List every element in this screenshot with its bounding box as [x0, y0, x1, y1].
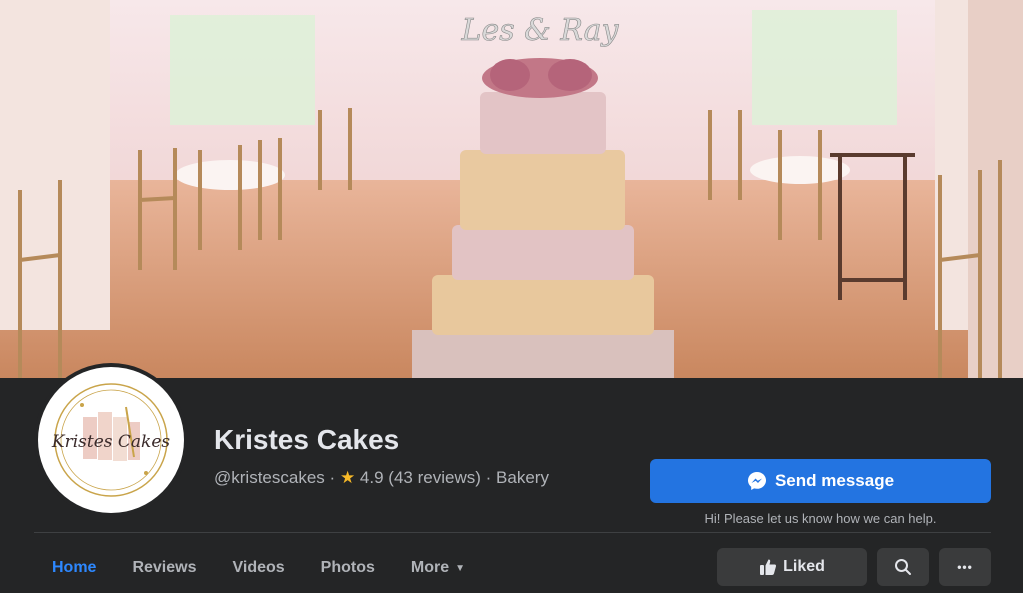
- messenger-icon: [747, 472, 766, 490]
- review-count[interactable]: (43 reviews): [388, 468, 481, 487]
- page-tabs: Home Reviews Videos Photos More ▼: [34, 548, 483, 588]
- send-message-button[interactable]: Send message: [650, 459, 991, 503]
- tab-photos[interactable]: Photos: [303, 548, 393, 588]
- more-options-icon: •••: [957, 560, 973, 574]
- divider: [34, 532, 991, 533]
- search-button[interactable]: [877, 548, 929, 586]
- more-options-button[interactable]: •••: [939, 548, 991, 586]
- profile-header: Kristes Cakes Kristes Cakes @kristescake…: [0, 363, 1023, 593]
- page-handle: @kristescakes: [214, 468, 325, 487]
- cover-photo[interactable]: Les & Ray: [0, 0, 1023, 378]
- chevron-down-icon: ▼: [455, 562, 466, 574]
- tab-label: Reviews: [132, 559, 197, 576]
- tab-videos[interactable]: Videos: [215, 548, 303, 588]
- help-text: Hi! Please let us know how we can help.: [704, 511, 937, 526]
- rating-value: 4.9: [359, 468, 384, 487]
- liked-button[interactable]: Liked: [717, 548, 867, 586]
- thumbs-up-icon: [760, 559, 777, 575]
- avatar-logo-text: Kristes Cakes: [51, 432, 171, 452]
- page-actions: Liked •••: [717, 548, 991, 586]
- tab-label: Photos: [320, 559, 375, 576]
- cover-image: Les & Ray: [0, 0, 1023, 378]
- tab-label: More: [410, 559, 450, 576]
- meta-separator: ·: [329, 468, 336, 487]
- tab-label: Videos: [232, 559, 285, 576]
- liked-label: Liked: [783, 558, 825, 575]
- page-meta: @kristescakes · ★ 4.9 (43 reviews) · Bak…: [214, 468, 549, 488]
- bakery-logo-icon: Kristes Cakes: [51, 383, 171, 497]
- send-message-label: Send message: [774, 471, 895, 490]
- tab-home[interactable]: Home: [34, 548, 114, 588]
- profile-avatar[interactable]: Kristes Cakes: [34, 363, 188, 517]
- tab-reviews[interactable]: Reviews: [114, 548, 214, 588]
- page-category[interactable]: Bakery: [496, 468, 549, 487]
- tab-label: Home: [52, 559, 97, 576]
- tab-more[interactable]: More ▼: [393, 548, 483, 588]
- search-icon: [895, 559, 911, 575]
- meta-separator: ·: [485, 468, 492, 487]
- cake-topper-text: Les & Ray: [461, 13, 620, 48]
- star-icon: ★: [339, 468, 356, 487]
- page-title: Kristes Cakes: [214, 424, 400, 455]
